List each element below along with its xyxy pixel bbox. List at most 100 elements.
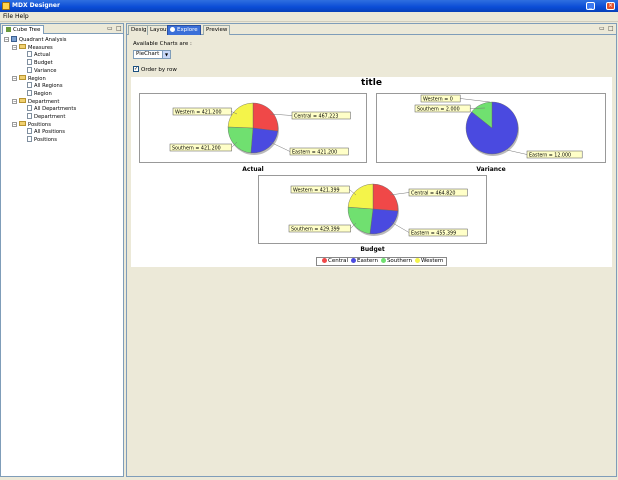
tree-node-label: Department	[34, 114, 66, 120]
pie-label-eastern: Eastern = 12.000	[529, 152, 571, 158]
legend-label-western: Western	[420, 258, 444, 264]
available-charts-label: Available Charts are :	[133, 41, 192, 47]
pie-slice-western[interactable]	[347, 183, 374, 210]
tree-node-all-departments[interactable]: All Departments	[20, 105, 76, 112]
legend-swatch-southern	[380, 258, 386, 263]
pie-label-central: Central = 464.820	[411, 190, 455, 196]
tree-node-label: Positions	[34, 137, 57, 144]
collapse-icon[interactable]: −	[12, 98, 17, 104]
pie-box-variance: Eastern = 12.000 Southern = 2.000 Western …	[376, 93, 606, 163]
legend-swatch-eastern	[351, 258, 357, 263]
tree-node-label: Budget	[34, 60, 53, 67]
tree-node-actual[interactable]: Actual	[20, 51, 50, 58]
pie-label-leader	[506, 149, 528, 155]
tab-cube-tree[interactable]: Cube Tree	[2, 25, 45, 34]
collapse-icon[interactable]: −	[12, 75, 17, 81]
pie-label-southern: Southern = 421.200	[172, 145, 221, 151]
legend-label-southern: Southern	[386, 258, 412, 264]
member-icon	[27, 136, 32, 143]
editor-tabbar: Design Layout Explore Preview ▭ □	[127, 24, 616, 35]
tab-explore-label: Explore	[177, 27, 198, 33]
collapse-icon[interactable]: −	[12, 44, 17, 50]
collapse-icon[interactable]: −	[12, 121, 17, 127]
menu-help[interactable]: Help	[15, 13, 29, 20]
pie-label-southern: Southern = 429.399	[291, 226, 340, 232]
minimize-view-icon[interactable]: ▭	[107, 26, 113, 32]
tree-node-department[interactable]: − Department	[12, 97, 60, 105]
explore-panel: Design Layout Explore Preview ▭ □ Availa…	[126, 23, 617, 477]
tree-node-measures[interactable]: − Measures	[12, 43, 53, 51]
pie-slice-eastern[interactable]	[369, 208, 399, 235]
cube-icon	[11, 36, 17, 42]
chart-type-select[interactable]: PieChart ▼	[133, 50, 171, 59]
tree-node-label: Measures	[28, 44, 53, 51]
chart-area: title Central = 467.223 Eastern = 421.200…	[131, 77, 612, 267]
pie-label-southern: Southern = 2.000	[417, 106, 460, 112]
tree-node-department[interactable]: Department	[20, 113, 65, 120]
tab-preview[interactable]: Preview	[203, 25, 231, 35]
app-icon	[2, 2, 10, 10]
pie-label-eastern: Eastern = 421.200	[292, 149, 337, 155]
tree-node-label: Region	[28, 75, 46, 82]
folder-icon	[19, 74, 26, 80]
maximize-editor-icon[interactable]: □	[608, 26, 614, 32]
order-by-row-label: Order by row	[141, 67, 177, 73]
minimize-button[interactable]: _	[586, 2, 595, 10]
chevron-down-icon[interactable]: ▼	[162, 51, 170, 58]
pie-box-actual: Central = 467.223 Eastern = 421.200 Southe…	[139, 93, 367, 163]
pie-slice-western[interactable]	[227, 102, 254, 129]
order-by-row-checkbox[interactable]: ✓	[133, 66, 139, 72]
tree-node-budget[interactable]: Budget	[20, 59, 53, 66]
collapse-icon[interactable]: −	[4, 37, 9, 42]
tree-node-all-positions[interactable]: All Positions	[20, 128, 65, 135]
maximize-view-icon[interactable]: □	[116, 26, 122, 32]
tree-node-label: Positions	[28, 121, 51, 128]
legend-swatch-central	[322, 258, 327, 263]
tree-node-label: All Departments	[34, 106, 77, 113]
pie-chart-actual: Central = 467.223 Eastern = 421.200 Southe…	[169, 102, 351, 155]
pie-label-leader	[390, 221, 410, 233]
tree-node-quadrant-analysis[interactable]: − Quadrant Analysis	[4, 36, 67, 43]
pie-slice-central[interactable]	[372, 183, 399, 212]
cube-tree: − Quadrant Analysis − Measures Actual Budget V…	[1, 34, 123, 476]
tab-explore[interactable]: Explore	[167, 25, 201, 35]
member-icon	[27, 113, 32, 119]
chart-title: title	[361, 78, 382, 88]
tree-node-label: Quadrant Analysis	[19, 37, 67, 43]
tree-node-label: Department	[28, 98, 60, 105]
pie-slice-central[interactable]	[252, 102, 279, 132]
pie-slice-eastern[interactable]	[250, 127, 279, 154]
tree-node-label: Actual	[34, 52, 51, 59]
pie-label-eastern: Eastern = 455.399	[411, 230, 456, 236]
tree-node-all-regions[interactable]: All Regions	[20, 82, 63, 89]
member-icon	[27, 59, 32, 66]
pie-slice-southern[interactable]	[347, 206, 374, 235]
chart-legend: Central Eastern Southern Western	[316, 257, 447, 266]
close-button[interactable]: ×	[606, 2, 615, 10]
cube-tree-tabbar: Cube Tree ▭ □	[1, 24, 123, 34]
tree-node-region[interactable]: Region	[20, 89, 52, 97]
tree-node-label: Region	[34, 90, 52, 97]
tab-cube-tree-label: Cube Tree	[13, 27, 41, 33]
tree-node-label: All Regions	[34, 83, 63, 90]
minimize-editor-icon[interactable]: ▭	[599, 26, 605, 32]
explore-icon	[170, 27, 175, 32]
tree-node-variance[interactable]: Variance	[20, 66, 56, 74]
folder-icon	[19, 120, 26, 126]
window-title: MDX Designer	[12, 2, 60, 9]
pie-label-western: Western = 421.200	[175, 109, 222, 115]
member-icon	[27, 128, 32, 135]
member-icon	[27, 89, 32, 96]
tree-node-positions[interactable]: Positions	[20, 136, 57, 143]
menu-bar: File Help	[0, 12, 618, 22]
pie-label-leader	[269, 141, 291, 152]
legend-label-central: Central	[328, 258, 349, 264]
pie-box-budget: Central = 464.820 Eastern = 455.399 Southe…	[258, 175, 487, 244]
member-icon	[27, 66, 32, 73]
tree-node-positions[interactable]: − Positions	[12, 120, 51, 128]
pie-chart-variance: Eastern = 12.000 Southern = 2.000 Western …	[414, 94, 583, 158]
menu-file[interactable]: File	[3, 13, 13, 20]
tree-node-region[interactable]: − Region	[12, 74, 46, 82]
chart-type-value: PieChart	[136, 51, 160, 57]
pie-caption-actual: Actual	[242, 166, 264, 173]
